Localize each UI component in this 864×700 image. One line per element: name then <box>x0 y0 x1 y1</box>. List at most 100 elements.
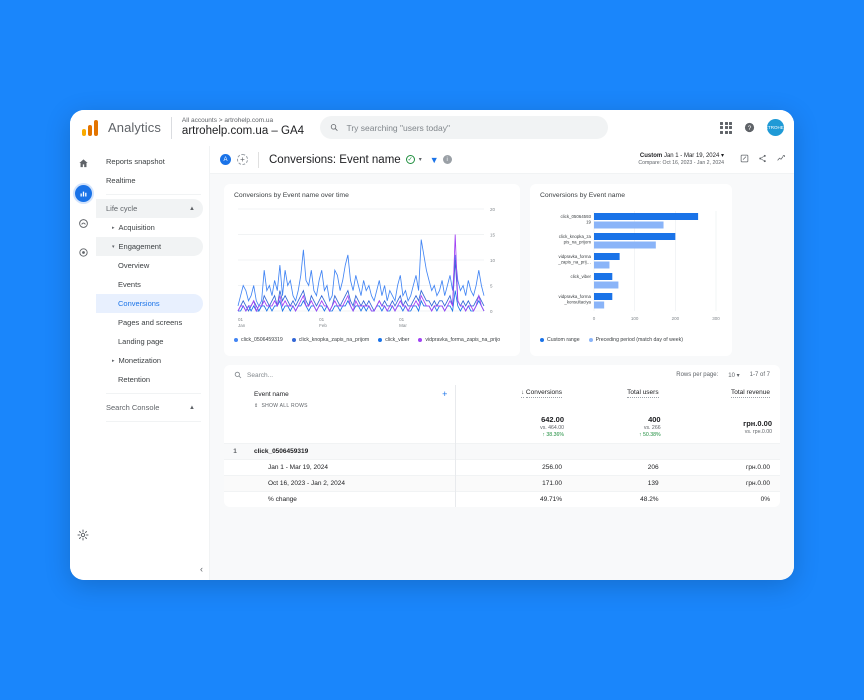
home-icon[interactable] <box>76 156 91 171</box>
add-comparison-button[interactable]: + <box>237 154 248 165</box>
sidebar-group-label: Search Console <box>106 403 160 412</box>
add-dimension-button[interactable]: + <box>442 389 447 399</box>
sidebar-item-reports-snapshot[interactable]: Reports snapshot <box>96 152 203 171</box>
legend-item[interactable]: click_0506459319 <box>234 337 283 343</box>
dimension-header-label: Event name <box>254 390 289 398</box>
sidebar-item-realtime[interactable]: Realtime <box>96 171 203 190</box>
svg-text:click_viber: click_viber <box>571 274 592 279</box>
sort-icon: ↓ <box>521 390 525 398</box>
report-header: A + Conversions: Event name ✓ ▾ ▼ i Cust… <box>210 146 794 174</box>
charts-row: Conversions by Event name over time 0 5 10… <box>224 184 780 356</box>
table-row[interactable]: Jan 1 - Mar 19, 2024 256.00 206 грн.0.00 <box>224 459 780 476</box>
sidebar-item-label: Engagement <box>118 242 162 251</box>
reports-icon[interactable] <box>74 185 92 202</box>
table-row[interactable]: Oct 16, 2023 - Jan 2, 2024 171.00 139 гр… <box>224 475 780 492</box>
search-input[interactable] <box>346 122 599 133</box>
sidebar-item-acquisition[interactable]: ▸ Acquisition <box>96 218 203 237</box>
chevron-right-icon: ▸ <box>112 224 115 231</box>
pagination-range: 1-7 of 7 <box>749 372 770 378</box>
date-range-value: Jan 1 - Mar 19, 2024 <box>663 152 720 159</box>
row-period-label: Jan 1 - Mar 19, 2024 <box>246 459 456 476</box>
search-icon <box>330 124 338 131</box>
row-cell <box>668 443 780 460</box>
explore-icon[interactable] <box>76 216 91 231</box>
sidebar-item-engagement[interactable]: ▾ Engagement <box>96 237 203 256</box>
legend-item[interactable]: Custom range <box>540 337 580 343</box>
sidebar-item-landing-page[interactable]: Landing page <box>96 332 203 351</box>
total-users-cell: 400 vs. 266 ↑ 50.38% <box>572 412 669 444</box>
chevron-right-icon: ▸ <box>112 357 115 364</box>
metric-column-header-conversions[interactable]: ↓ Conversions <box>455 385 573 412</box>
spacer-cell <box>246 412 456 444</box>
row-total-users: 139 <box>572 475 669 492</box>
sidebar-collapse-button[interactable]: ‹ <box>200 564 203 574</box>
sidebar-item-pages-and-screens[interactable]: Pages and screens <box>96 313 203 332</box>
sidebar-group-search-console[interactable]: Search Console ▲ <box>96 398 203 417</box>
sidebar-item-events[interactable]: Events <box>96 275 203 294</box>
rows-per-page-select[interactable]: 10 ▾ <box>728 372 739 379</box>
line-chart-card: Conversions by Event name over time 0 5 10… <box>224 184 520 356</box>
sidebar-item-label: Retention <box>118 375 151 384</box>
date-range-selector[interactable]: Custom Jan 1 - Mar 19, 2024 ▾ Compare: O… <box>638 153 724 167</box>
date-range-label: Custom <box>639 152 663 159</box>
metric-label: Total revenue <box>730 389 770 398</box>
apps-grid-icon[interactable] <box>720 121 732 134</box>
gear-icon[interactable] <box>76 527 91 542</box>
show-all-rows-button[interactable]: ⇕ SHOW ALL ROWS <box>254 403 447 409</box>
property-selector[interactable]: All accounts > artrohelp.com.ua artrohel… <box>181 117 305 138</box>
table-row[interactable]: 1 click_0506459319 <box>224 443 780 460</box>
table-search-placeholder: Search... <box>247 371 274 379</box>
rows-per-page-label: Rows per page: <box>676 372 719 378</box>
line-chart-title: Conversions by Event name over time <box>234 192 349 199</box>
advertising-icon[interactable] <box>76 245 91 260</box>
sidebar-item-overview[interactable]: Overview <box>96 256 203 275</box>
legend-item[interactable]: vidpravka_forma_zapis_na_prijo <box>418 337 500 343</box>
global-search[interactable] <box>320 116 609 139</box>
avatar[interactable]: ARTROHELP <box>767 119 784 136</box>
metric-column-header-total-revenue[interactable]: Total revenue <box>669 385 780 412</box>
share-icon[interactable] <box>758 154 767 165</box>
page-title: Conversions: Event name <box>269 153 401 166</box>
metric-label: Total users <box>627 389 659 398</box>
legend-item[interactable]: click_knopka_zapis_na_prijom <box>291 337 369 343</box>
row-conversions: 256.00 <box>455 459 573 476</box>
row-dimension-value: click_0506459319 <box>246 443 456 460</box>
property-name: artrohelp.com.ua – GA4 <box>181 125 305 137</box>
row-index <box>224 491 246 507</box>
legend-item[interactable]: Preceding period (match day of week) <box>588 337 683 343</box>
row-conversions: 49.71% <box>455 491 573 507</box>
chevron-down-icon: ▾ <box>736 372 740 379</box>
insights-icon[interactable] <box>776 154 786 165</box>
total-compare: vs. грн.0.00 <box>744 428 772 435</box>
sidebar-item-conversions[interactable]: Conversions <box>96 294 203 313</box>
table-head: Event name + ⇕ SHOW ALL ROWS ↓ Conversio… <box>224 385 780 412</box>
svg-text:01: 01 <box>319 317 325 322</box>
brand-label: Analytics <box>108 120 161 135</box>
legend-label: vidpravka_forma_zapis_na_prijo <box>425 337 501 343</box>
total-change-value: 50.38% <box>642 432 661 438</box>
svg-text:15: 15 <box>490 233 496 238</box>
info-icon[interactable]: i <box>442 155 452 164</box>
chevron-down-icon[interactable]: ▾ <box>419 156 422 163</box>
table-search[interactable]: Search... <box>234 371 273 379</box>
svg-text:19: 19 <box>586 220 591 225</box>
row-total-users: 48.2% <box>572 491 669 507</box>
row-cell <box>572 443 669 460</box>
help-icon[interactable]: ? <box>744 122 755 133</box>
table-row[interactable]: % change 49.71% 48.2% 0% <box>224 491 780 507</box>
edit-icon[interactable] <box>740 154 749 165</box>
sidebar-group-life-cycle[interactable]: Life cycle ▲ <box>96 199 203 218</box>
expand-icon: ⇕ <box>254 403 259 409</box>
audience-comparison-chip[interactable]: A <box>220 154 231 165</box>
sidebar-item-retention[interactable]: Retention <box>96 370 203 389</box>
filter-icon[interactable]: ▼ <box>430 155 439 165</box>
svg-text:300: 300 <box>712 316 720 321</box>
sidebar-item-monetization[interactable]: ▸ Monetization <box>96 351 203 370</box>
legend-label: Custom range <box>547 337 580 343</box>
svg-text:Mar: Mar <box>399 323 407 328</box>
metric-column-header-total-users[interactable]: Total users <box>572 385 669 412</box>
chevron-up-icon: ▲ <box>189 404 195 411</box>
date-compare-text: Compare: Oct 16, 2023 - Jan 2, 2024 <box>638 160 724 166</box>
legend-item[interactable]: click_viber <box>378 337 409 343</box>
total-compare: vs. 266 <box>643 425 661 431</box>
